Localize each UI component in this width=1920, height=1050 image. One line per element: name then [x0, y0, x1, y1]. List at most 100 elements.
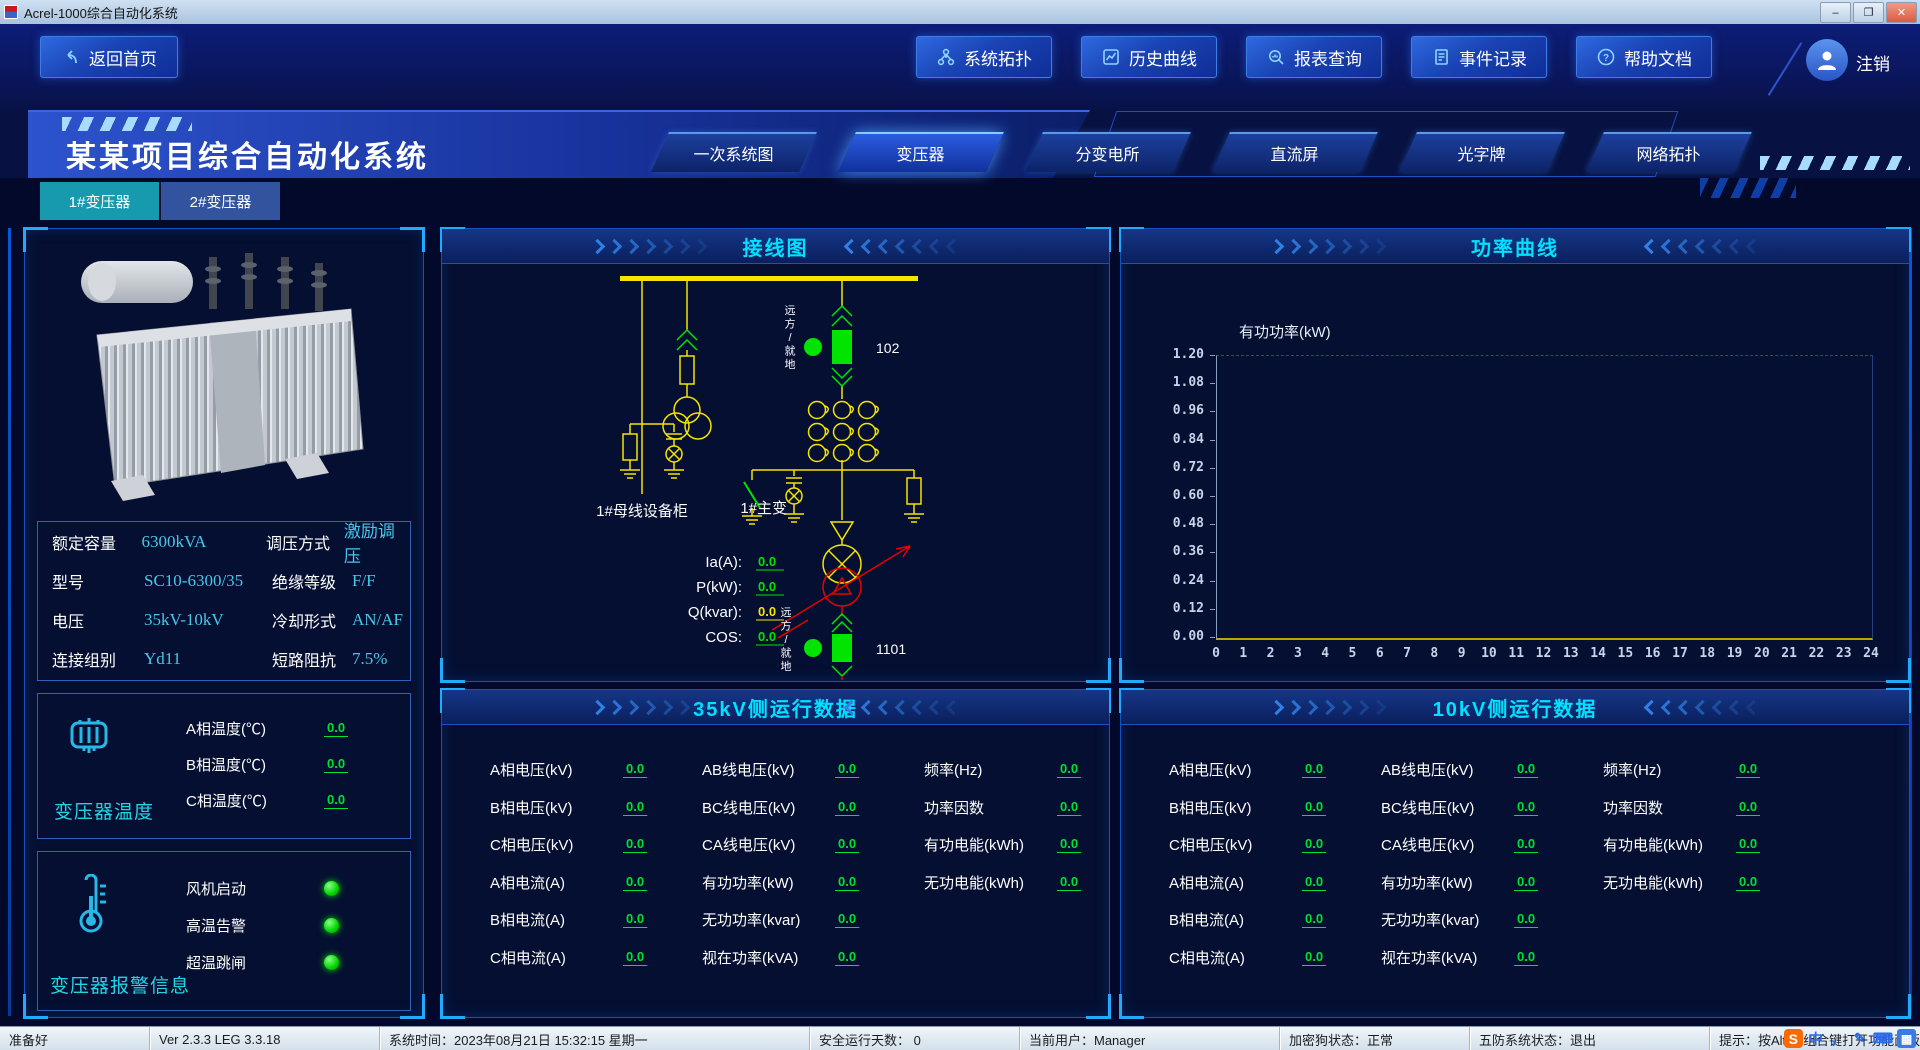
minimize-button[interactable]: –	[1820, 2, 1851, 23]
y-axis-tick	[1210, 383, 1215, 384]
measurement-value: 0.0	[1736, 836, 1760, 853]
measurement-column: 频率(Hz)0.0功率因数0.0有功电能(kWh)0.0无功电能(kWh)0.0	[924, 751, 1095, 976]
logout-button[interactable]: 注销	[1856, 50, 1890, 75]
sogou-icon[interactable]: S	[1784, 1029, 1803, 1048]
measurement-label: B相电压(kV)	[490, 797, 623, 818]
nav-button-event-log[interactable]: 事件记录	[1411, 36, 1547, 78]
y-axis-tick	[1210, 496, 1215, 497]
nav-button-report-query[interactable]: 报表查询	[1246, 36, 1382, 78]
ime-keyboard-icon[interactable]: ⌨	[1873, 1029, 1893, 1048]
radiator-icon	[66, 712, 112, 758]
nav-button-topology[interactable]: 系统拓扑	[916, 36, 1052, 78]
measurement-label: Ia(A):	[705, 554, 742, 571]
status-segment: 当前用户：Manager	[1019, 1027, 1279, 1050]
x-axis-tick-label: 22	[1803, 646, 1829, 661]
status-segment: 安全运行天数： 0	[809, 1027, 1019, 1050]
nav-button-history-curve[interactable]: 历史曲线	[1081, 36, 1217, 78]
subtab-transformer-1[interactable]: 1#变压器	[40, 182, 159, 220]
power-chart: 有功功率(kW) 1.201.080.960.840.720.600.480.3…	[1121, 263, 1909, 681]
page-tab[interactable]: 变压器	[838, 132, 1004, 172]
ime-chinese-icon[interactable]: 中	[1807, 1029, 1825, 1048]
status-segment: Ver 2.3.3 LEG 3.3.18	[149, 1027, 379, 1050]
spec-label: 绝缘等级	[272, 569, 352, 593]
measurement-label: C相电流(A)	[1169, 947, 1302, 968]
spec-label: 冷却形式	[272, 608, 352, 632]
x-axis-tick-label: 21	[1776, 646, 1802, 661]
frame-line-left	[8, 228, 11, 1016]
measurement-value: 0.0	[1514, 761, 1538, 778]
page-tab[interactable]: 一次系统图	[651, 132, 817, 172]
spec-label: 连接组别	[52, 647, 144, 671]
alarm-label: 超温跳闸	[186, 952, 306, 973]
measurement-row: 无功功率(kvar)0.0	[702, 901, 924, 939]
measurement-row: BC线电压(kV)0.0	[1381, 789, 1603, 827]
measurement-column: A相电压(kV)0.0B相电压(kV)0.0C相电压(kV)0.0A相电流(A)…	[490, 751, 702, 976]
measurement-row: A相电流(A)0.0	[490, 864, 702, 902]
spec-row: 连接组别 Yd11 短路阻抗 7.5%	[52, 647, 410, 671]
panel-title: 接线图	[743, 232, 809, 261]
nav-label: 报表查询	[1294, 45, 1362, 70]
measurement-label: 有功功率(kW)	[1381, 872, 1514, 893]
corner-bracket	[1086, 994, 1111, 1019]
measurement-value: 0.0	[1302, 874, 1326, 891]
measurement-value: 0.0	[623, 836, 647, 853]
page-tab[interactable]: 网络拓扑	[1586, 132, 1752, 172]
measurement-value: 0.0	[1302, 799, 1326, 816]
maximize-button[interactable]: ❐	[1853, 2, 1884, 23]
page-tab[interactable]: 光字牌	[1399, 132, 1565, 172]
nav-label: 系统拓扑	[964, 45, 1032, 70]
chevrons-right-icon	[1271, 702, 1384, 713]
x-axis-tick-label: 16	[1640, 646, 1666, 661]
x-axis-tick-label: 10	[1476, 646, 1502, 661]
ime-pen-icon[interactable]: ✎	[1851, 1029, 1869, 1048]
measurement-label: P(kW):	[696, 579, 742, 596]
measurement-row: C相电流(A)0.0	[490, 939, 702, 977]
breaker-102-label: 102	[876, 340, 900, 356]
transformer-temperature-box: 变压器温度 A相温度(℃) 0.0 B相温度(℃) 0.0 C相温度(℃) 0.…	[37, 693, 411, 839]
subtab-label: 2#变压器	[190, 191, 252, 212]
page-tab[interactable]: 直流屏	[1212, 132, 1378, 172]
subtab-transformer-2[interactable]: 2#变压器	[161, 182, 280, 220]
measurement-row: AB线电压(kV)0.0	[1381, 751, 1603, 789]
user-icon	[1814, 47, 1840, 73]
page-tab-label: 光字牌	[1458, 141, 1506, 165]
measurement-value: 0.0	[1057, 761, 1081, 778]
page-tab[interactable]: 分变电所	[1025, 132, 1191, 172]
y-axis-tick	[1210, 609, 1215, 610]
corner-bracket	[1119, 994, 1144, 1019]
measurement-row: A相电流(A)0.0	[1169, 864, 1381, 902]
breaker-102[interactable]	[804, 306, 852, 386]
thermometer-icon	[68, 874, 112, 934]
close-button[interactable]: ✕	[1886, 2, 1917, 23]
status-led-green	[324, 881, 339, 896]
y-axis-tick-label: 0.12	[1152, 601, 1204, 616]
status-segment: 加密狗状态：正常	[1279, 1027, 1469, 1050]
breaker-1101[interactable]	[804, 614, 852, 676]
top-navbar: 返回首页 系统拓扑 历史曲线	[0, 24, 1920, 110]
temperature-label: C相温度(℃)	[186, 790, 324, 811]
nav-label: 事件记录	[1459, 45, 1527, 70]
user-avatar[interactable]	[1806, 39, 1848, 81]
measurement-column: 频率(Hz)0.0功率因数0.0有功电能(kWh)0.0无功电能(kWh)0.0	[1603, 751, 1895, 976]
temperature-row: A相温度(℃) 0.0	[186, 710, 348, 746]
chevrons-left-icon	[846, 702, 959, 713]
measurement-value: 0.0	[758, 604, 776, 619]
nav-button-help-docs[interactable]: ? 帮助文档	[1576, 36, 1712, 78]
measurement-row: CA线电压(kV)0.0	[1381, 826, 1603, 864]
nav-label: 历史曲线	[1129, 45, 1197, 70]
spec-value: SC10-6300/35	[144, 571, 272, 591]
ime-toolbox-icon[interactable]: ▦	[1897, 1029, 1916, 1048]
y-axis-tick	[1210, 552, 1215, 553]
measurement-label: B相电流(A)	[1169, 909, 1302, 930]
panel-title: 功率曲线	[1471, 232, 1559, 261]
back-home-button[interactable]: 返回首页	[40, 36, 178, 78]
ime-punctuation-icon[interactable]: ，	[1829, 1029, 1847, 1048]
spec-value: 激励调压	[344, 517, 410, 567]
measurement-label: 频率(Hz)	[1603, 759, 1736, 780]
measurement-row: 视在功率(kVA)0.0	[702, 939, 924, 977]
y-axis-tick-label: 0.24	[1152, 573, 1204, 588]
measurement-label: COS:	[705, 629, 742, 646]
corner-bracket	[23, 227, 48, 252]
measurement-value: 0.0	[758, 554, 776, 569]
measurement-row: AB线电压(kV)0.0	[702, 751, 924, 789]
